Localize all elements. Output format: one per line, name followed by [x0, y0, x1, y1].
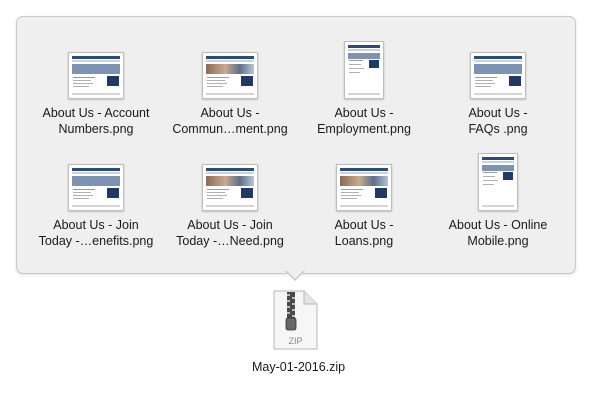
file-name-line-2: Mobile.png: [467, 234, 529, 248]
file-name[interactable]: About Us - Join Today -…Need.png: [163, 217, 297, 249]
file-item[interactable]: About Us - Account Numbers.png: [29, 37, 163, 137]
file-thumbnail-wrap: [163, 149, 297, 211]
file-item[interactable]: About Us - Loans.png: [297, 149, 431, 249]
file-thumbnail-wrap: [29, 37, 163, 99]
file-name-line-1: About Us - Join: [53, 218, 139, 232]
zip-filename[interactable]: May-01-2016.zip: [252, 360, 345, 374]
file-name-line-1: About Us - Join: [187, 218, 273, 232]
file-name[interactable]: About Us - Employment.png: [297, 105, 431, 137]
file-name-line-2: FAQs .png: [468, 122, 528, 136]
file-name-line-2: Today -…Need.png: [176, 234, 284, 248]
file-name-line-2: Today -…enefits.png: [38, 234, 154, 248]
file-name[interactable]: About Us - Join Today -…enefits.png: [29, 217, 163, 249]
png-thumbnail-icon[interactable]: [344, 41, 384, 99]
png-thumbnail-icon[interactable]: [336, 164, 392, 211]
file-thumbnail-wrap: [431, 37, 565, 99]
file-name-line-1: About Us -: [334, 106, 394, 120]
file-thumbnail-wrap: [29, 149, 163, 211]
png-thumbnail-icon[interactable]: [478, 153, 518, 211]
file-thumbnail-wrap: [163, 37, 297, 99]
file-item[interactable]: About Us - Employment.png: [297, 37, 431, 137]
file-name-line-1: About Us -: [468, 106, 528, 120]
png-thumbnail-icon[interactable]: [202, 52, 258, 99]
file-name-line-2: Commun…ment.png: [172, 122, 288, 136]
png-thumbnail-icon[interactable]: [202, 164, 258, 211]
file-name-line-2: Numbers.png: [58, 122, 134, 136]
file-item[interactable]: About Us - FAQs .png: [431, 37, 565, 137]
popover-arrow-fill: [286, 270, 304, 279]
file-name[interactable]: About Us - Loans.png: [297, 217, 431, 249]
file-name[interactable]: About Us - Account Numbers.png: [29, 105, 163, 137]
file-name-line-1: About Us - Account: [42, 106, 150, 120]
file-thumbnail-wrap: [297, 149, 431, 211]
zip-file[interactable]: ZIP May-01-2016.zip: [252, 290, 345, 374]
file-name[interactable]: About Us - Online Mobile.png: [431, 217, 565, 249]
zip-badge: ZIP: [288, 336, 302, 346]
png-thumbnail-icon[interactable]: [68, 164, 124, 211]
png-thumbnail-icon[interactable]: [68, 52, 124, 99]
file-thumbnail-wrap: [297, 37, 431, 99]
file-name-line-1: About Us -: [334, 218, 394, 232]
png-thumbnail-icon[interactable]: [470, 52, 526, 99]
quicklook-popover: About Us - Account Numbers.png About Us - C…: [16, 16, 576, 274]
file-name-line-2: Employment.png: [317, 122, 411, 136]
file-item[interactable]: About Us - Join Today -…enefits.png: [29, 149, 163, 249]
file-name[interactable]: About Us - FAQs .png: [431, 105, 565, 137]
file-name-line-1: About Us - Online: [448, 218, 548, 232]
file-item[interactable]: About Us - Online Mobile.png: [431, 149, 565, 249]
file-item[interactable]: About Us - Join Today -…Need.png: [163, 149, 297, 249]
file-item[interactable]: About Us - Commun…ment.png: [163, 37, 297, 137]
zip-archive-icon[interactable]: ZIP: [272, 290, 318, 350]
file-name[interactable]: About Us - Commun…ment.png: [163, 105, 297, 137]
file-name-line-2: Loans.png: [334, 234, 394, 248]
file-name-line-1: About Us -: [200, 106, 260, 120]
file-thumbnail-wrap: [431, 149, 565, 211]
